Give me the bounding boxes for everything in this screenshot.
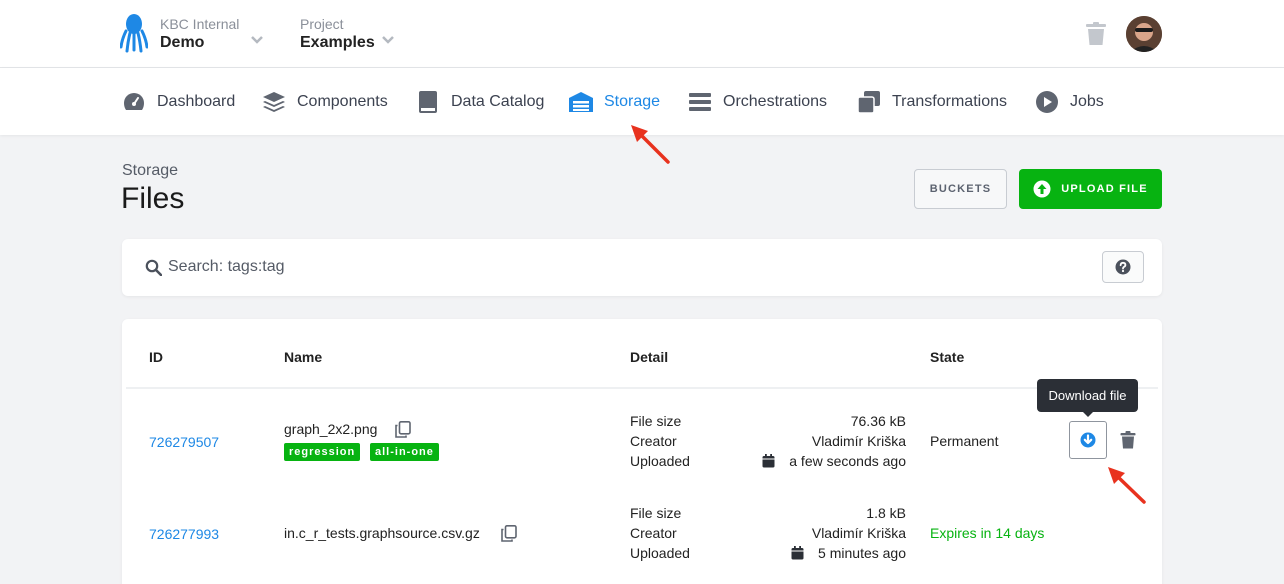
- file-tag[interactable]: regression: [284, 443, 361, 461]
- column-header-name: Name: [284, 349, 323, 365]
- nav-item-jobs[interactable]: Jobs: [1035, 90, 1104, 114]
- nav-label: Dashboard: [157, 93, 236, 110]
- nav-label: Jobs: [1070, 93, 1104, 110]
- nav-item-dashboard[interactable]: Dashboard: [122, 90, 235, 114]
- copy-icon[interactable]: [501, 525, 517, 542]
- layers-icon: [263, 92, 285, 112]
- copy-icon[interactable]: [395, 421, 411, 438]
- search-icon: [145, 259, 162, 276]
- nav-item-transformations[interactable]: Transformations: [857, 90, 1007, 114]
- project-label: Project: [300, 16, 344, 32]
- organization-name: Demo: [160, 34, 205, 51]
- tooltip-arrow: [1082, 411, 1094, 417]
- search-help-button[interactable]: [1102, 251, 1144, 283]
- file-creator: Vladimír Kriška: [811, 525, 906, 541]
- file-creator: Vladimír Kriška: [811, 433, 906, 449]
- file-uploaded: 5 minutes ago: [818, 545, 906, 561]
- book-icon: [419, 91, 437, 113]
- chevron-down-icon: [382, 36, 394, 44]
- file-id-link[interactable]: 726279507: [149, 434, 219, 450]
- download-tooltip: Download file: [1037, 379, 1138, 412]
- upload-arrow-circle-icon: [1033, 180, 1051, 198]
- breadcrumb[interactable]: Storage: [122, 162, 178, 180]
- organization-label: KBC Internal: [160, 16, 240, 32]
- file-state: Permanent: [930, 433, 999, 449]
- file-name: in.c_r_tests.graphsource.csv.gz: [284, 525, 480, 541]
- detail-label-size: File size: [630, 413, 682, 429]
- calendar-icon: [791, 546, 804, 560]
- file-size: 1.8 kB: [866, 505, 906, 521]
- page-title: Files: [121, 182, 185, 215]
- nav-label: Transformations: [892, 93, 1007, 110]
- header-divider: [126, 387, 1158, 389]
- download-file-button[interactable]: [1069, 421, 1107, 459]
- nav-item-components[interactable]: Components: [262, 90, 388, 114]
- file-name: graph_2x2.png: [284, 421, 378, 437]
- detail-label-creator: Creator: [630, 525, 677, 541]
- file-size: 76.36 kB: [850, 413, 906, 429]
- top-bar: KBC Internal Demo Project Examples: [0, 0, 1284, 68]
- column-header-detail: Detail: [630, 349, 669, 365]
- detail-label-uploaded: Uploaded: [630, 453, 690, 469]
- calendar-icon: [762, 454, 775, 468]
- chevron-down-icon: [251, 36, 263, 44]
- column-header-state: State: [930, 349, 965, 365]
- warehouse-icon: [569, 92, 593, 112]
- file-state: Expires in 14 days: [930, 525, 1045, 541]
- upload-file-label: UPLOAD FILE: [1061, 183, 1148, 195]
- detail-label-creator: Creator: [630, 433, 677, 449]
- search-input[interactable]: [168, 255, 1068, 279]
- trash-icon[interactable]: [1120, 431, 1136, 449]
- upload-file-button[interactable]: UPLOAD FILE: [1019, 169, 1162, 209]
- file-uploaded: a few seconds ago: [789, 453, 906, 469]
- nav-label: Components: [297, 93, 388, 110]
- organization-switcher[interactable]: KBC Internal Demo: [160, 15, 263, 53]
- download-arrow-circle-icon: [1080, 432, 1096, 448]
- nav-item-storage[interactable]: Storage: [569, 90, 660, 114]
- bars-icon: [689, 93, 711, 111]
- nav-label: Storage: [604, 93, 661, 110]
- nav-item-data-catalog[interactable]: Data Catalog: [416, 90, 544, 114]
- files-table: ID Name Detail State 726279507 graph_2x2…: [122, 319, 1162, 584]
- file-id-link[interactable]: 726277993: [149, 526, 219, 542]
- trash-icon[interactable]: [1085, 22, 1107, 46]
- buckets-button[interactable]: BUCKETS: [914, 169, 1007, 209]
- file-tag[interactable]: all-in-one: [370, 443, 439, 461]
- detail-label-uploaded: Uploaded: [630, 545, 690, 561]
- keboola-octopus-logo-icon[interactable]: [120, 13, 148, 53]
- play-circle-icon: [1036, 91, 1058, 113]
- nav-label: Orchestrations: [723, 93, 828, 110]
- detail-label-size: File size: [630, 505, 682, 521]
- search-bar: [122, 239, 1162, 296]
- window-restore-icon: [857, 91, 880, 114]
- nav-label: Data Catalog: [451, 93, 545, 110]
- main-navigation: Dashboard Components Data Catalog Storag…: [0, 68, 1284, 135]
- dashboard-gauge-icon: [124, 93, 144, 110]
- user-avatar[interactable]: [1126, 16, 1162, 52]
- question-circle-icon: [1115, 259, 1131, 275]
- project-name: Examples: [300, 34, 375, 51]
- nav-item-orchestrations[interactable]: Orchestrations: [688, 90, 827, 114]
- column-header-id: ID: [149, 349, 163, 365]
- project-switcher[interactable]: Project Examples: [300, 15, 394, 53]
